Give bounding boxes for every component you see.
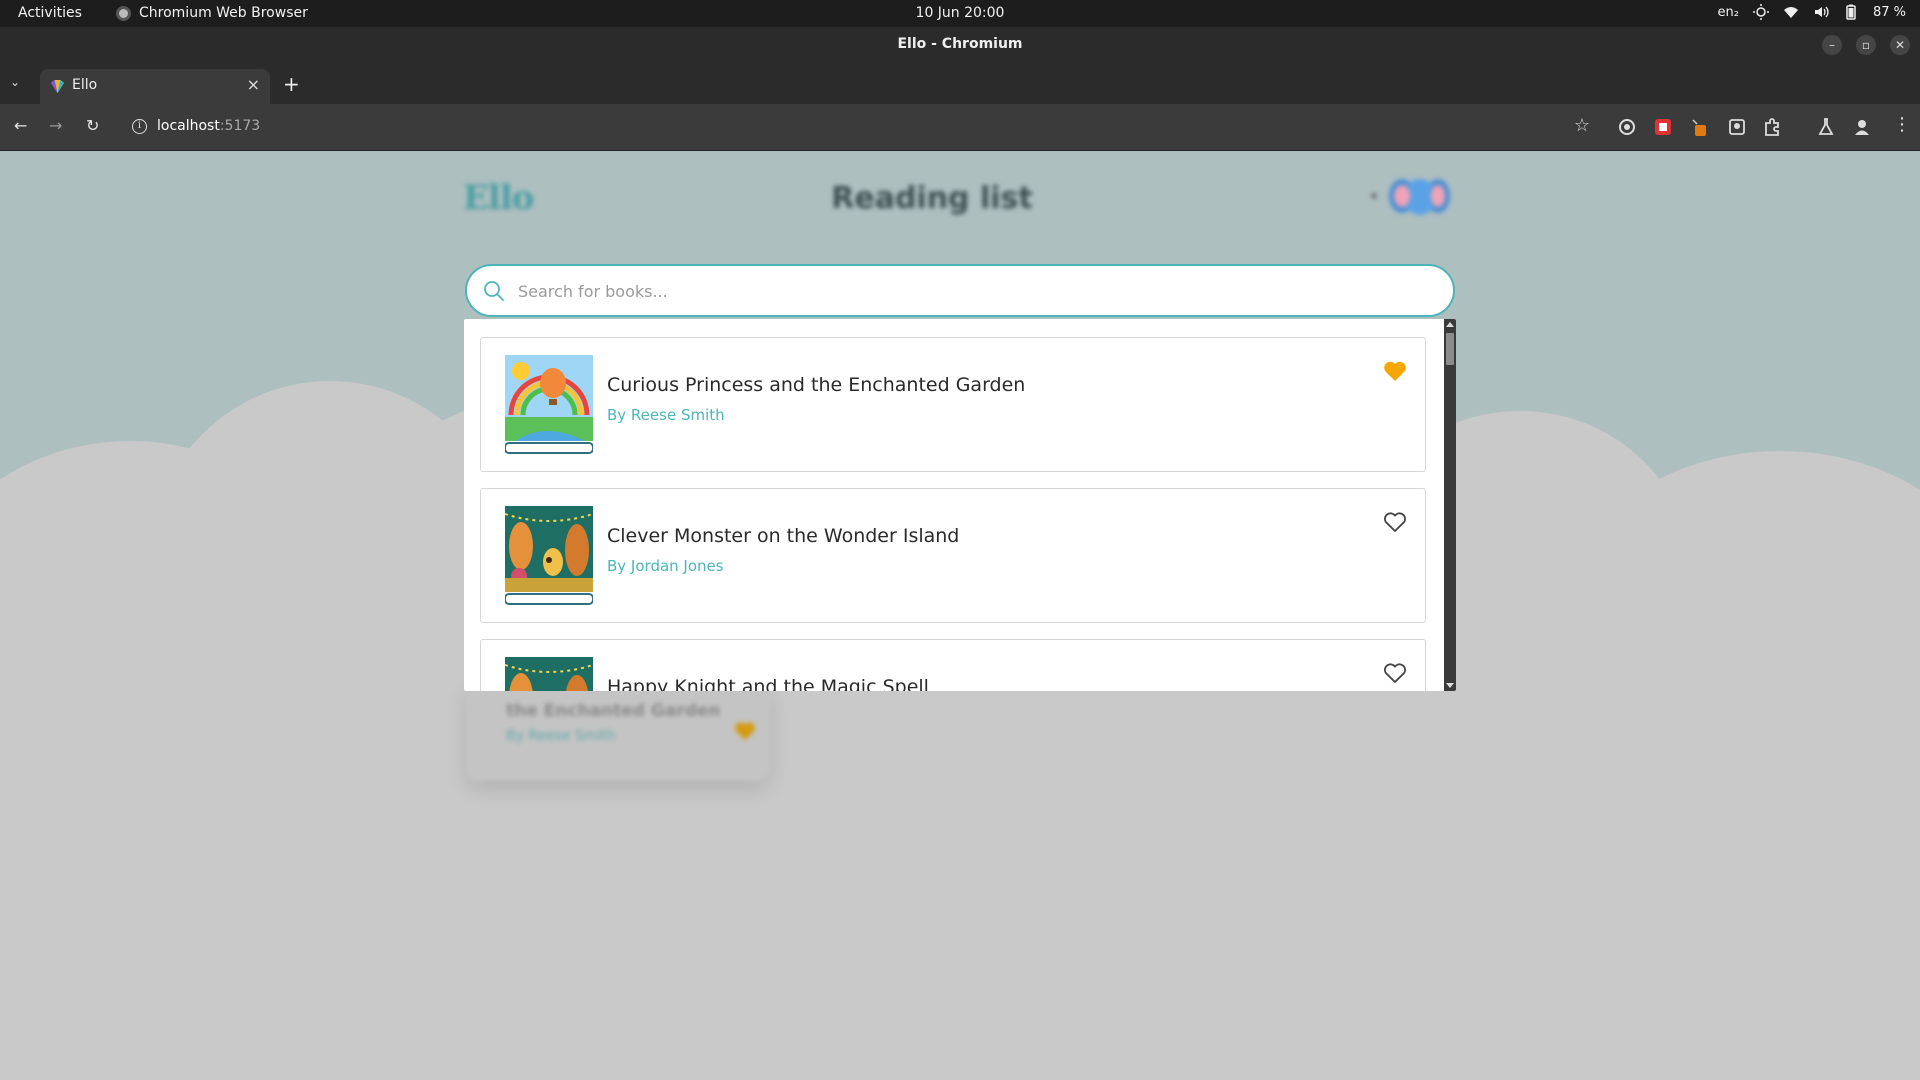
book-cover-rainbow-balloon: [505, 355, 593, 454]
bookmark-star-icon[interactable]: ☆: [1574, 115, 1590, 136]
clock[interactable]: 10 Jun 20:00: [0, 5, 1920, 21]
extensions-puzzle-icon[interactable]: [1762, 117, 1782, 137]
search-results-dropdown[interactable]: Curious Princess and the Enchanted Garde…: [464, 319, 1456, 691]
background-card-author: By Reese Smith: [506, 728, 616, 744]
extension-orange-icon[interactable]: [1690, 117, 1710, 137]
heart-outline-icon[interactable]: [1383, 511, 1407, 533]
scroll-down-arrow-icon[interactable]: [1446, 683, 1454, 688]
heart-filled-icon: [735, 722, 755, 741]
result-item[interactable]: Happy Knight and the Magic Spell: [480, 639, 1426, 691]
url-text[interactable]: localhost:5173: [157, 118, 260, 134]
book-cover-forest-monster: [505, 506, 593, 605]
tab-ello[interactable]: Ello ×: [40, 69, 270, 104]
battery-percent: 87 %: [1872, 4, 1906, 20]
book-title: Happy Knight and the Magic Spell: [607, 676, 929, 691]
tab-close-icon[interactable]: ×: [247, 75, 260, 94]
book-author: By Jordan Jones: [607, 557, 724, 575]
system-tray[interactable]: en₂ 87 %: [1718, 4, 1906, 20]
book-title: Clever Monster on the Wonder Island: [607, 525, 960, 547]
address-bar[interactable]: i localhost:5173 ☆: [122, 111, 1602, 144]
results-scrollbar[interactable]: [1444, 319, 1456, 691]
labs-flask-icon[interactable]: [1816, 117, 1836, 137]
page-title: Reading list: [831, 181, 1033, 216]
volume-icon: [1814, 6, 1829, 18]
book-author: By Reese Smith: [607, 406, 725, 424]
back-arrow-icon[interactable]: ←: [14, 116, 27, 135]
page-viewport: Ello Reading list the Enchanted Garden B…: [0, 151, 1920, 1080]
extension-grid-icon[interactable]: [1727, 117, 1747, 137]
extension-target-icon[interactable]: [1617, 117, 1637, 137]
result-item[interactable]: Clever Monster on the Wonder Island By J…: [480, 488, 1426, 623]
url-host: localhost: [157, 118, 220, 134]
background-book-card: the Enchanted Garden By Reese Smith: [466, 681, 770, 781]
elephant-avatar-icon: [1371, 179, 1450, 215]
battery-icon: [1846, 4, 1856, 20]
tab-title: Ello: [72, 77, 98, 93]
heart-outline-icon[interactable]: [1383, 662, 1407, 684]
menu-kebab-icon[interactable]: ⋮: [1893, 114, 1911, 135]
close-window-button[interactable]: ✕: [1890, 35, 1910, 55]
window-titlebar: Ello - Chromium – ▫ ✕: [0, 27, 1920, 63]
minimize-button[interactable]: –: [1822, 35, 1842, 55]
url-port: :5173: [219, 118, 261, 134]
extension-red-icon[interactable]: [1653, 117, 1673, 137]
scroll-up-arrow-icon[interactable]: [1446, 322, 1454, 327]
search-input[interactable]: [518, 276, 1418, 306]
heart-filled-icon[interactable]: [1383, 360, 1407, 382]
night-light-icon: [1752, 4, 1769, 20]
tab-search-chevron-icon[interactable]: ⌄: [10, 75, 20, 89]
background-card-title: the Enchanted Garden: [506, 701, 721, 721]
browser-toolbar: ← → ↻ i localhost:5173 ☆ ⋮: [0, 104, 1920, 151]
result-item[interactable]: Curious Princess and the Enchanted Garde…: [480, 337, 1426, 472]
maximize-button[interactable]: ▫: [1856, 35, 1876, 55]
site-info-icon[interactable]: i: [132, 119, 147, 134]
system-top-bar: Activities Chromium Web Browser 10 Jun 2…: [0, 0, 1920, 27]
book-search-box[interactable]: [465, 264, 1455, 317]
window-title: Ello - Chromium: [897, 36, 1023, 52]
reload-icon[interactable]: ↻: [86, 116, 99, 135]
keyboard-layout[interactable]: en₂: [1718, 5, 1739, 20]
new-tab-button[interactable]: +: [283, 72, 300, 96]
scrollbar-thumb[interactable]: [1446, 333, 1454, 365]
tab-strip: ⌄ Ello × +: [0, 63, 1920, 104]
book-title: Curious Princess and the Enchanted Garde…: [607, 374, 1026, 396]
profile-icon[interactable]: [1852, 117, 1872, 137]
book-cover-knight: [505, 657, 593, 691]
forward-arrow-icon[interactable]: →: [49, 116, 62, 135]
ello-favicon-icon: [50, 79, 65, 94]
wifi-icon: [1783, 7, 1798, 18]
search-icon: [484, 281, 504, 301]
